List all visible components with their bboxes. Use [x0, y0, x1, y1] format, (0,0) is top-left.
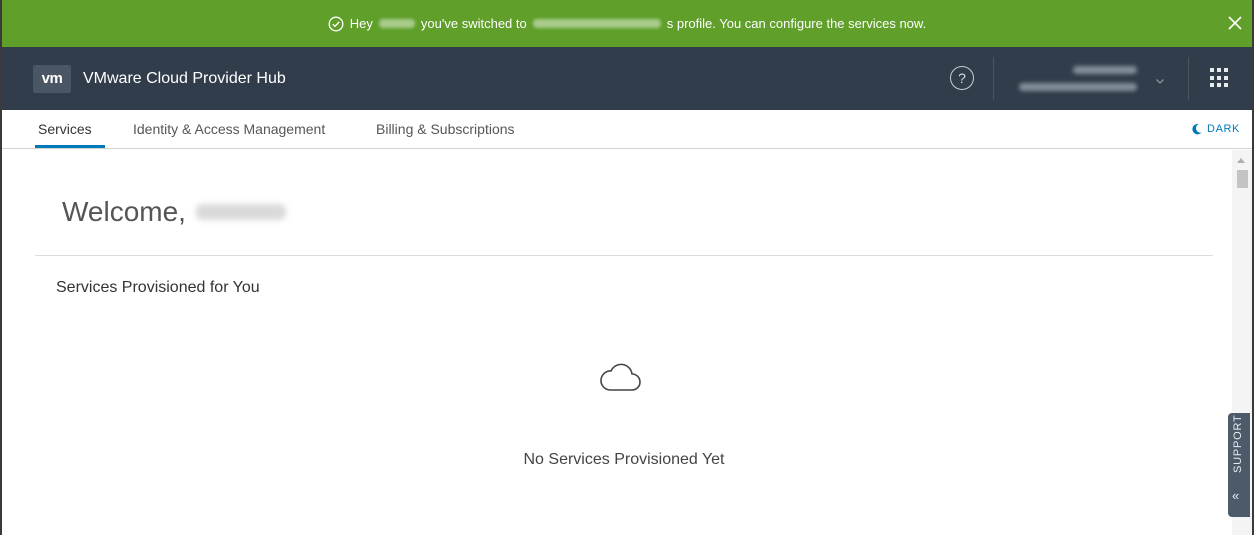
- redacted-user-name-line: [1073, 65, 1137, 74]
- double-chevron-left-icon: «: [1232, 488, 1240, 503]
- main-content: Welcome, Services Provisioned for You No…: [2, 150, 1234, 535]
- tab-identity-access-management[interactable]: Identity & Access Management: [133, 121, 325, 137]
- redacted-user-name: [378, 19, 415, 28]
- help-icon[interactable]: ?: [950, 66, 974, 90]
- chevron-down-icon: [1155, 73, 1165, 84]
- redacted-first-name: [195, 204, 286, 220]
- cloud-icon: [600, 363, 641, 391]
- welcome-prefix: Welcome,: [62, 196, 186, 227]
- app-header: vm VMware Cloud Provider Hub ?: [2, 47, 1252, 110]
- empty-state-message: No Services Provisioned Yet: [523, 451, 725, 468]
- profile-switch-banner: Hey you've switched to s profile. You ca…: [2, 0, 1252, 47]
- welcome-heading: Welcome,: [62, 196, 286, 228]
- dark-theme-toggle[interactable]: DARK: [1191, 123, 1240, 135]
- scroll-up-arrow-icon[interactable]: [1237, 158, 1245, 163]
- section-divider: [35, 255, 1213, 256]
- scroll-thumb[interactable]: [1237, 170, 1248, 188]
- tab-services[interactable]: Services: [38, 121, 92, 137]
- main-nav: Services Identity & Access Management Bi…: [2, 110, 1252, 149]
- app-title[interactable]: VMware Cloud Provider Hub: [83, 70, 286, 88]
- support-label: SUPPORT: [1232, 414, 1244, 473]
- section-title: Services Provisioned for You: [56, 279, 260, 296]
- header-divider: [1188, 57, 1189, 100]
- active-tab-indicator: [35, 145, 105, 148]
- banner-message: Hey you've switched to s profile. You ca…: [328, 16, 926, 32]
- user-menu[interactable]: [1005, 55, 1175, 101]
- banner-prefix: Hey: [349, 16, 373, 31]
- app-window: Hey you've switched to s profile. You ca…: [0, 0, 1254, 535]
- app-switcher-icon[interactable]: [1210, 68, 1230, 88]
- banner-suffix: s profile. You can configure the service…: [666, 16, 927, 31]
- close-icon[interactable]: [1226, 14, 1244, 32]
- vmware-logo[interactable]: vm: [33, 64, 71, 93]
- support-tab[interactable]: SUPPORT «: [1228, 413, 1250, 517]
- moon-icon: [1192, 123, 1202, 135]
- check-circle-icon: [328, 16, 344, 32]
- tab-billing-subscriptions[interactable]: Billing & Subscriptions: [376, 121, 515, 137]
- dark-toggle-label: DARK: [1207, 123, 1240, 135]
- redacted-org-name-line: [1019, 82, 1137, 91]
- redacted-tenant-name: [532, 19, 661, 28]
- banner-middle: you've switched to: [420, 16, 527, 31]
- header-divider: [993, 57, 994, 100]
